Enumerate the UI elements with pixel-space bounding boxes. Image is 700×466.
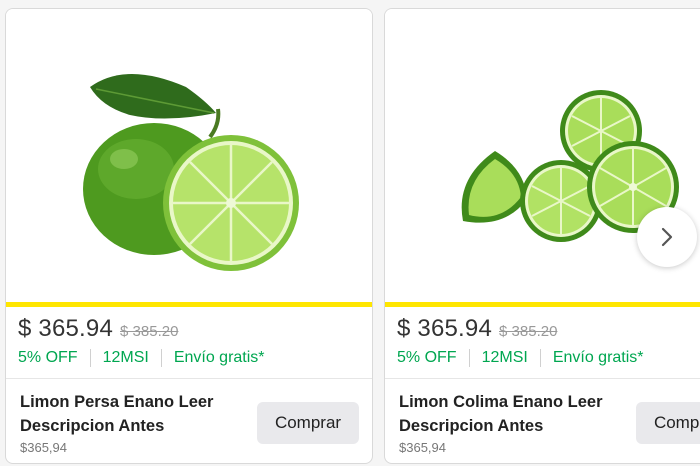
product-title-line: Limon Colima Enano Leer — [399, 393, 603, 411]
unit-price: $365,94 — [20, 440, 67, 455]
promo-separator — [160, 349, 162, 367]
installments-label: 12MSI — [481, 349, 528, 366]
persian-lime-with-leaf-icon — [83, 74, 299, 271]
installments-label: 12MSI — [102, 349, 149, 366]
promo-separator — [539, 349, 541, 367]
unit-price: $365,94 — [399, 440, 446, 455]
product-carousel: $ 365.94 $ 385.20 5% OFF 12MSI Envío gra… — [0, 0, 700, 466]
original-price: $ 385.20 — [120, 323, 179, 340]
product-title[interactable]: Limon Colima Enano Leer Descripcion Ante… — [399, 390, 624, 438]
divider — [385, 378, 700, 379]
promo-row: 5% OFF 12MSI Envío gratis* — [397, 349, 644, 367]
shipping-label: Envío gratis* — [552, 349, 644, 366]
chevron-right-icon — [661, 227, 673, 247]
discount-label: 5% OFF — [18, 349, 78, 366]
buy-button[interactable]: Comprar — [636, 402, 700, 444]
highlight-bar — [385, 302, 700, 307]
product-title-line: Descripcion Antes — [399, 417, 544, 435]
buy-button[interactable]: Comprar — [257, 402, 359, 444]
product-title-line: Descripcion Antes — [20, 417, 165, 435]
price-row: $ 365.94 $ 385.20 — [397, 315, 557, 343]
promo-separator — [468, 349, 470, 367]
highlight-bar — [6, 302, 372, 307]
product-title-line: Limon Persa Enano Leer — [20, 393, 214, 411]
current-price: $ 365.94 — [18, 315, 114, 342]
product-title[interactable]: Limon Persa Enano Leer Descripcion Antes — [20, 390, 245, 438]
promo-row: 5% OFF 12MSI Envío gratis* — [18, 349, 265, 367]
promo-separator — [89, 349, 91, 367]
product-card[interactable]: $ 365.94 $ 385.20 5% OFF 12MSI Envío gra… — [5, 8, 373, 464]
current-price: $ 365.94 — [397, 315, 493, 342]
divider — [6, 378, 372, 379]
carousel-next-button[interactable] — [637, 207, 697, 267]
shipping-label: Envío gratis* — [173, 349, 265, 366]
original-price: $ 385.20 — [499, 323, 558, 340]
price-row: $ 365.94 $ 385.20 — [18, 315, 178, 343]
product-image[interactable] — [6, 9, 372, 302]
discount-label: 5% OFF — [397, 349, 457, 366]
